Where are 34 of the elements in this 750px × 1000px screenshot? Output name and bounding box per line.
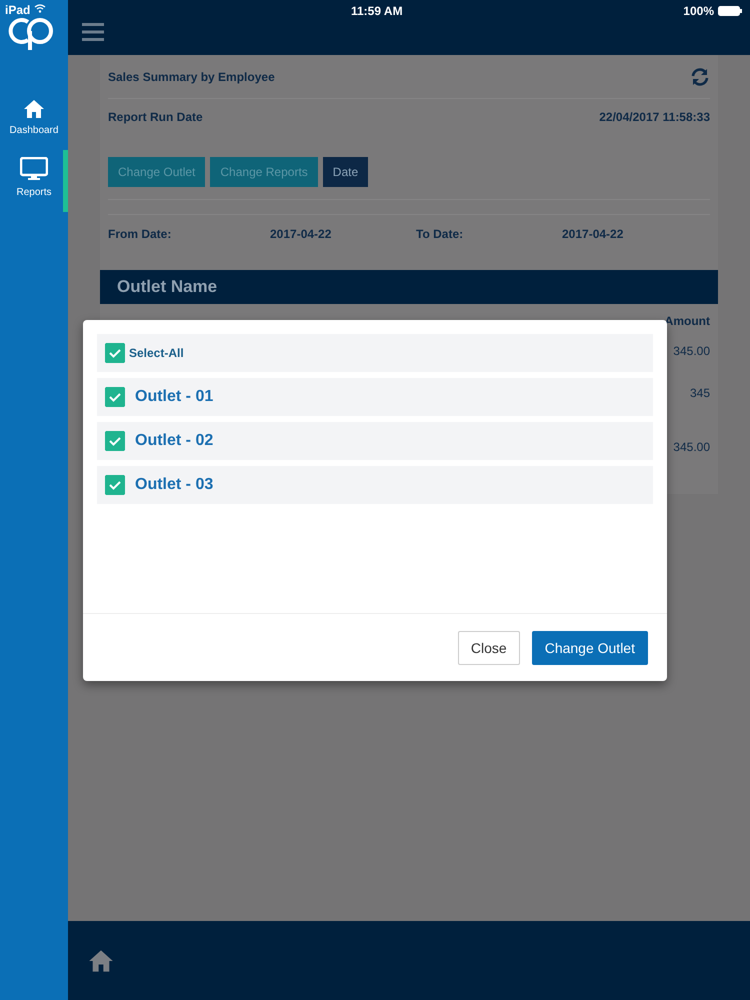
checkbox[interactable] <box>105 431 125 451</box>
table-cell: 345.00 <box>673 344 710 358</box>
device-label: iPad <box>5 3 30 17</box>
monitor-icon <box>20 156 48 180</box>
field-value: 2017-04-22 <box>562 227 624 241</box>
checkbox[interactable] <box>105 475 125 495</box>
sidebar-item[interactable]: Dashboard <box>0 92 68 142</box>
close-button[interactable]: Close <box>458 630 520 664</box>
field-label: From Date: <box>108 227 172 241</box>
status-time: 11:59 AM <box>351 4 403 18</box>
home-icon[interactable] <box>88 948 114 972</box>
field-label: Report Run Date <box>108 110 203 124</box>
column-header: Amount <box>664 314 710 328</box>
report-title: Sales Summary by Employee <box>108 70 275 84</box>
battery-icon <box>718 6 742 16</box>
home-icon <box>23 98 45 118</box>
change-outlet-button[interactable]: Change Outlet <box>532 630 648 664</box>
outlet-option[interactable]: Outlet - 01 <box>97 378 653 416</box>
outlet-option[interactable]: Outlet - 03 <box>97 466 653 504</box>
outlet-option[interactable]: Outlet - 02 <box>97 422 653 460</box>
wifi-icon <box>34 4 46 13</box>
field-value: 2017-04-22 <box>270 227 332 241</box>
field-value: 22/04/2017 11:58:33 <box>599 110 710 124</box>
table-cell: 345.00 <box>673 440 710 454</box>
menu-icon[interactable] <box>82 23 104 41</box>
checkbox[interactable] <box>105 343 125 363</box>
outlet-option[interactable]: Select-All <box>97 334 653 372</box>
section-header: Outlet Name <box>100 270 718 304</box>
checkbox[interactable] <box>105 387 125 407</box>
table-cell: 345 <box>690 386 710 400</box>
field-label: To Date: <box>416 227 464 241</box>
battery-level: 100% <box>683 4 714 18</box>
refresh-icon[interactable] <box>690 66 710 86</box>
report-tab[interactable]: Date <box>322 157 368 187</box>
